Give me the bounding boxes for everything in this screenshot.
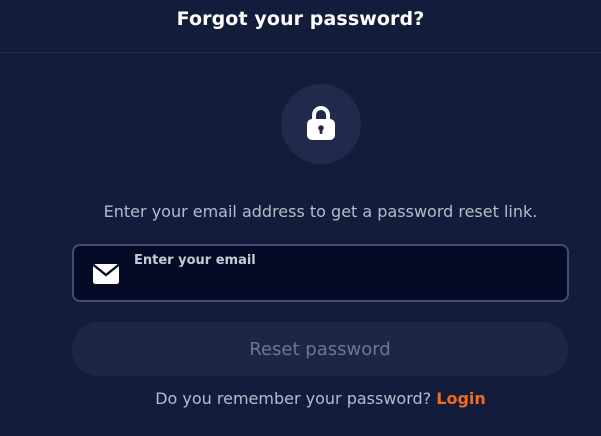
- login-link[interactable]: Login: [436, 389, 486, 408]
- reset-password-button[interactable]: Reset password: [72, 322, 568, 376]
- lock-badge: [281, 84, 361, 164]
- page-title: Forgot your password?: [176, 8, 425, 30]
- email-input[interactable]: [134, 253, 554, 268]
- email-field-container[interactable]: [72, 244, 569, 302]
- lock-icon: [307, 106, 335, 140]
- instructions-text: Enter your email address to get a passwo…: [103, 202, 538, 221]
- mail-icon: [92, 264, 120, 284]
- login-prompt-text: Do you remember your password?: [155, 389, 432, 408]
- header: Forgot your password?: [0, 0, 601, 53]
- login-prompt: Do you remember your password? Login: [0, 389, 601, 408]
